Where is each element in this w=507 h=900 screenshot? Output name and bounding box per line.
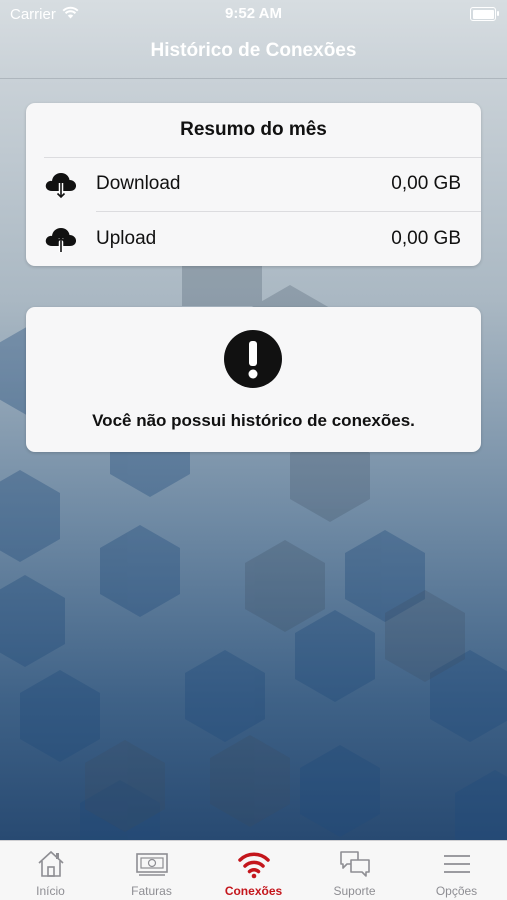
nav-divider	[0, 78, 507, 79]
exclamation-icon	[223, 329, 283, 394]
wifi-icon	[237, 849, 271, 884]
cloud-upload-icon	[44, 226, 78, 259]
status-bar: Carrier 9:52 AM	[0, 0, 507, 28]
page-title: Histórico de Conexões	[150, 40, 357, 61]
summary-title: Resumo do mês	[180, 119, 327, 140]
tab-label: Conexões	[224, 884, 283, 898]
app-screen: Carrier 9:52 AM Histórico de Conexões Re…	[0, 0, 507, 900]
tab-conexoes[interactable]: Conexões	[203, 841, 304, 900]
tab-opcoes[interactable]: Opções	[406, 841, 507, 900]
menu-icon	[440, 849, 474, 884]
tab-label: Opções	[435, 884, 478, 898]
battery-full-icon	[470, 7, 499, 21]
home-icon	[36, 849, 66, 884]
monthly-summary-card: Resumo do mês Download 0,00 GB Upload 0,…	[26, 103, 481, 266]
tab-bar: Início Faturas Conexões Suporte Opções	[0, 840, 507, 900]
chat-bubbles-icon	[338, 849, 372, 884]
tab-label: Suporte	[333, 884, 376, 898]
upload-label: Upload	[96, 228, 157, 249]
tab-faturas[interactable]: Faturas	[101, 841, 202, 900]
download-row: Download 0,00 GB	[26, 157, 481, 211]
download-value: 0,00 GB	[391, 173, 461, 194]
download-label: Download	[96, 173, 181, 194]
tab-inicio[interactable]: Início	[0, 841, 101, 900]
cloud-download-icon	[44, 171, 78, 204]
bill-icon	[135, 849, 169, 884]
upload-value: 0,00 GB	[391, 228, 461, 249]
tab-label: Faturas	[131, 884, 172, 898]
empty-state-message: Você não possui histórico de conexões.	[92, 411, 415, 430]
status-time: 9:52 AM	[225, 5, 282, 22]
tab-label: Início	[36, 884, 65, 898]
upload-row: Upload 0,00 GB	[26, 212, 481, 266]
tab-suporte[interactable]: Suporte	[304, 841, 405, 900]
empty-history-card: Você não possui histórico de conexões.	[26, 307, 481, 452]
